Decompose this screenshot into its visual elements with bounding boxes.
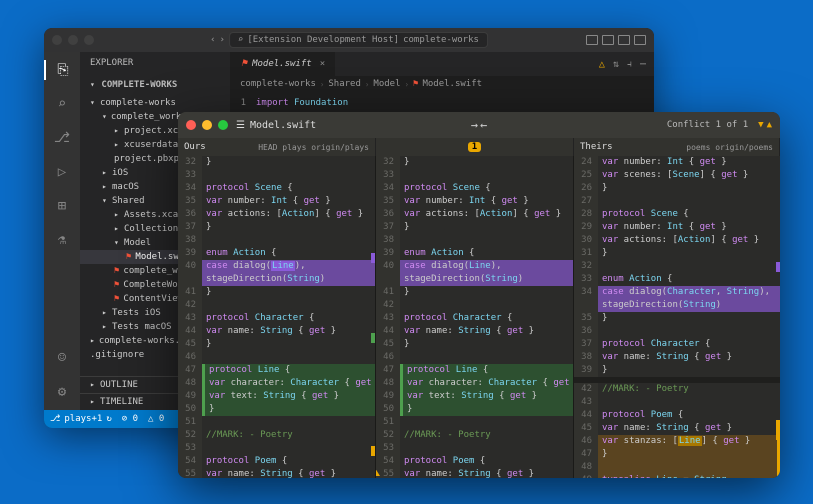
conflict-counter: Conflict 1 of 1 xyxy=(667,120,748,130)
status-errors[interactable]: ⊘ 0 xyxy=(122,414,138,424)
search-icon[interactable]: ⌕ xyxy=(52,94,72,114)
merge-titlebar: ☰ Model.swift → ← Conflict 1 of 1 ▼ ▲ xyxy=(178,112,780,138)
status-warnings[interactable]: △ 0 xyxy=(148,414,164,424)
account-icon[interactable]: ☺ xyxy=(52,348,72,368)
tab-model-swift[interactable]: ⚑ Model.swift × xyxy=(230,52,336,76)
breadcrumb[interactable]: complete-works› Shared› Model› ⚑ Model.s… xyxy=(230,76,654,92)
merge-body: 32}3334protocol Scene {35 var number: In… xyxy=(178,156,780,478)
prev-arrow-icon[interactable]: ← xyxy=(480,118,487,132)
debug-icon[interactable]: ▷ xyxy=(52,162,72,182)
next-conflict-icon[interactable]: ▼ xyxy=(758,120,763,130)
vscode-titlebar: ‹ › ⌕ [Extension Development Host] compl… xyxy=(44,28,654,52)
editor-tabs: ⚑ Model.swift × △ ⇅ ⫞ ⋯ xyxy=(230,52,654,76)
layout-controls[interactable] xyxy=(586,35,646,45)
extensions-icon[interactable]: ⊞ xyxy=(52,196,72,216)
ours-pane[interactable]: 32}3334protocol Scene {35 var number: In… xyxy=(178,156,376,478)
compare-icon[interactable]: ⇅ xyxy=(613,59,619,70)
theirs-header: Theirs poems origin/poems xyxy=(574,138,780,156)
document-icon: ☰ xyxy=(236,120,245,131)
root-folder[interactable]: COMPLETE-WORKS xyxy=(80,74,230,96)
conflict-badge: 1 xyxy=(468,142,481,152)
merge-window: ☰ Model.swift → ← Conflict 1 of 1 ▼ ▲ Ou… xyxy=(178,112,780,478)
split-icon[interactable]: ⫞ xyxy=(627,59,632,70)
more-icon[interactable]: ⋯ xyxy=(640,59,646,70)
explorer-title: EXPLORER xyxy=(80,52,230,74)
center-header: 1 xyxy=(376,138,574,156)
title-prefix: [Extension Development Host] xyxy=(247,35,399,45)
explorer-icon[interactable]: ⎘ xyxy=(44,60,80,80)
activity-bar: ⎘ ⌕ ⎇ ▷ ⊞ ⚗ ☺ ⚙ xyxy=(44,52,80,410)
scm-icon[interactable]: ⎇ xyxy=(52,128,72,148)
warning-icon[interactable]: △ xyxy=(599,59,605,70)
window-controls[interactable] xyxy=(52,35,94,45)
theirs-pane[interactable]: 24 var number: Int { get }25 var scenes:… xyxy=(574,156,780,478)
merge-filename: Model.swift xyxy=(250,120,316,131)
result-pane[interactable]: 32}3334protocol Scene {35 var number: In… xyxy=(376,156,574,478)
status-branch[interactable]: ⎇plays+1 ↻ xyxy=(50,414,112,424)
command-center[interactable]: ⌕ [Extension Development Host] complete-… xyxy=(229,32,488,48)
back-icon[interactable]: ‹ xyxy=(210,35,215,45)
ours-header: Ours HEAD plays origin/plays xyxy=(178,138,376,156)
prev-conflict-icon[interactable]: ▲ xyxy=(767,120,772,130)
tab-label: Model.swift xyxy=(252,59,312,69)
test-icon[interactable]: ⚗ xyxy=(52,230,72,250)
search-icon: ⌕ xyxy=(238,35,243,45)
gear-icon[interactable]: ⚙ xyxy=(52,382,72,402)
next-arrow-icon[interactable]: → xyxy=(471,118,478,132)
close-icon[interactable]: × xyxy=(320,59,325,69)
merge-window-controls[interactable] xyxy=(186,120,228,130)
tree-folder[interactable]: complete-works xyxy=(80,96,230,110)
merge-nav-arrows: → ← xyxy=(471,118,487,132)
conflict-marker-icon xyxy=(376,468,380,476)
title-project: complete-works xyxy=(403,35,479,45)
merge-subheader: Ours HEAD plays origin/plays 1 Theirs po… xyxy=(178,138,780,156)
forward-icon[interactable]: › xyxy=(220,35,225,45)
